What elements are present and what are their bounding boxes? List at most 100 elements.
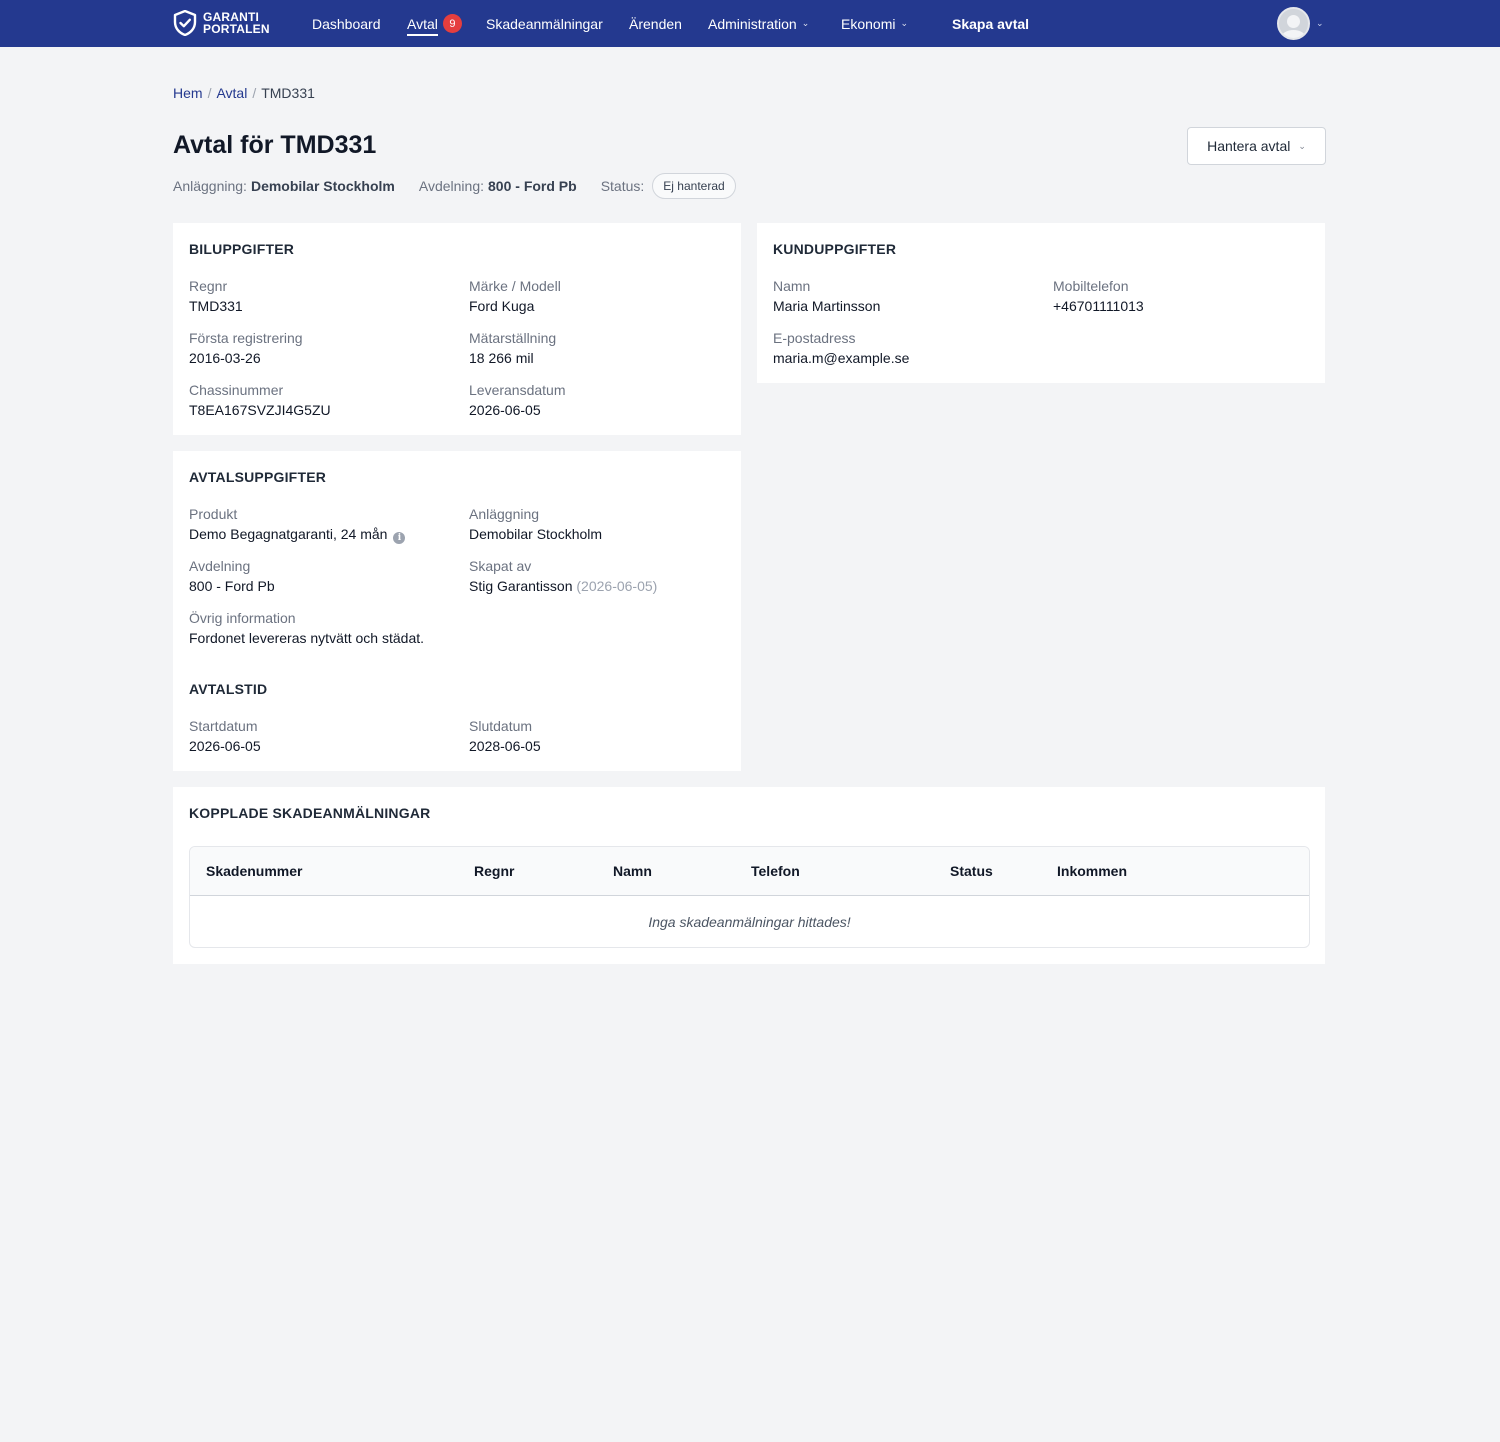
department-value: 800 - Ford Pb xyxy=(488,178,577,194)
field-label: Avdelning xyxy=(189,558,251,574)
field-label: Övrig information xyxy=(189,610,296,626)
field-value: 800 - Ford Pb xyxy=(189,578,275,594)
nav-skadeanmalningar[interactable]: Skadeanmälningar xyxy=(486,0,603,47)
column-header[interactable]: Inkommen xyxy=(1057,847,1127,895)
field-value: 2028-06-05 xyxy=(469,738,541,754)
create-contract-link[interactable]: Skapa avtal xyxy=(952,0,1029,47)
nav-ekonomi-label: Ekonomi xyxy=(841,15,896,32)
column-header[interactable]: Status xyxy=(950,847,993,895)
field-end-date: Slutdatum 2028-06-05 xyxy=(469,716,541,756)
nav-arenden[interactable]: Ärenden xyxy=(629,0,682,47)
nav-arenden-label: Ärenden xyxy=(629,15,682,32)
field-label: Första registrering xyxy=(189,330,303,346)
contract-meta: Anläggning: Demobilar Stockholm Avdelnin… xyxy=(173,173,760,199)
chevron-down-icon: ⌄ xyxy=(801,18,810,28)
contract-details-card: AVTALSUPPGIFTER Produkt Demo Begagnatgar… xyxy=(173,451,741,771)
field-regnr: Regnr TMD331 xyxy=(189,276,243,316)
field-model: Märke / Modell Ford Kuga xyxy=(469,276,561,316)
facility-value: Demobilar Stockholm xyxy=(250,178,395,194)
field-value: 2016-03-26 xyxy=(189,350,261,366)
column-header[interactable]: Regnr xyxy=(474,847,514,895)
customer-details-card: KUNDUPPGIFTER Namn Maria Martinsson Mobi… xyxy=(757,223,1325,383)
nav-avtal-label: Avtal xyxy=(407,15,438,32)
empty-table-message: Inga skadeanmälningar hittades! xyxy=(648,914,851,930)
breadcrumb-separator: / xyxy=(207,85,212,101)
chevron-down-icon: ⌄ xyxy=(1298,140,1306,151)
field-label: Chassinummer xyxy=(189,382,284,398)
card-title: KOPPLADE SKADEANMÄLNINGAR xyxy=(189,805,431,821)
field-label: Skapat av xyxy=(469,558,532,574)
field-label: Märke / Modell xyxy=(469,278,561,294)
create-contract-label: Skapa avtal xyxy=(952,15,1030,32)
field-value: maria.m@example.se xyxy=(773,350,910,366)
card-title: AVTALSUPPGIFTER xyxy=(189,469,327,485)
field-value: Maria Martinsson xyxy=(773,298,881,314)
field-value: Fordonet levereras nytvätt och städat. xyxy=(189,630,425,646)
field-mileage: Mätarställning 18 266 mil xyxy=(469,328,556,368)
field-value: Stig Garantisson (2026-06-05) xyxy=(469,576,657,596)
field-label: Mätarställning xyxy=(469,330,557,346)
field-value: +46701111013 xyxy=(1053,298,1144,314)
column-header[interactable]: Skadenummer xyxy=(206,847,302,895)
field-value: TMD331 xyxy=(189,298,243,314)
shield-check-icon xyxy=(173,10,197,36)
logo-text: GARANTI PORTALEN xyxy=(203,10,270,36)
nav-dashboard-label: Dashboard xyxy=(312,15,381,32)
breadcrumb-current: TMD331 xyxy=(261,85,315,101)
field-start-date: Startdatum 2026-06-05 xyxy=(189,716,261,756)
car-details-card: BILUPPGIFTER Regnr TMD331 Märke / Modell… xyxy=(173,223,741,435)
field-department: Avdelning 800 - Ford Pb xyxy=(189,556,275,596)
user-menu[interactable]: ⌄ xyxy=(1277,7,1324,40)
field-label: Namn xyxy=(773,278,811,294)
manage-contract-button[interactable]: Hantera avtal ⌄ xyxy=(1187,127,1326,165)
linked-claims-card: KOPPLADE SKADEANMÄLNINGAR Skadenummer Re… xyxy=(173,787,1325,964)
table-header: Skadenummer Regnr Namn Telefon Status In… xyxy=(190,847,1309,896)
field-mobile-phone: Mobiltelefon +46701111013 xyxy=(1053,276,1144,316)
field-product: Produkt Demo Begagnatgaranti, 24 mån i xyxy=(189,504,406,544)
created-by-name: Stig Garantisson xyxy=(469,578,573,594)
field-value: 18 266 mil xyxy=(469,350,534,366)
field-value: Demobilar Stockholm xyxy=(469,526,603,542)
nav-administration-label: Administration xyxy=(708,15,797,32)
avatar-icon xyxy=(1277,7,1310,40)
field-label: Leveransdatum xyxy=(469,382,566,398)
nav-avtal[interactable]: Avtal 9 xyxy=(407,0,462,47)
logo[interactable]: GARANTI PORTALEN xyxy=(173,10,270,36)
breadcrumb-avtal[interactable]: Avtal xyxy=(216,85,247,101)
field-value: 2026-06-05 xyxy=(189,738,261,754)
breadcrumb-separator: / xyxy=(252,85,257,101)
field-label: Mobiltelefon xyxy=(1053,278,1129,294)
claims-table: Skadenummer Regnr Namn Telefon Status In… xyxy=(189,846,1310,948)
field-label: Produkt xyxy=(189,506,238,522)
avtal-count-badge: 9 xyxy=(442,14,462,33)
section-title: AVTALSTID xyxy=(189,681,268,697)
card-title: KUNDUPPGIFTER xyxy=(773,241,897,257)
facility-label: Anläggning: xyxy=(173,178,247,194)
field-other-info: Övrig information Fordonet levereras nyt… xyxy=(189,608,424,648)
created-date: (2026-06-05) xyxy=(576,578,658,594)
field-value: Demo Begagnatgaranti, 24 mån i xyxy=(189,524,406,544)
nav-ekonomi[interactable]: Ekonomi ⌄ xyxy=(841,0,908,47)
field-vin: Chassinummer T8EA167SVZJI4G5ZU xyxy=(189,380,331,420)
field-email: E-postadress maria.m@example.se xyxy=(773,328,909,368)
column-header[interactable]: Namn xyxy=(613,847,652,895)
field-value: Ford Kuga xyxy=(469,298,535,314)
manage-contract-label: Hantera avtal xyxy=(1207,138,1291,154)
column-header[interactable]: Telefon xyxy=(751,847,800,895)
status-badge: Ej hanterad xyxy=(652,173,736,199)
nav-dashboard[interactable]: Dashboard xyxy=(312,0,381,47)
field-label: Startdatum xyxy=(189,718,258,734)
breadcrumb: Hem / Avtal / TMD331 xyxy=(173,85,315,101)
field-delivery-date: Leveransdatum 2026-06-05 xyxy=(469,380,566,420)
breadcrumb-home[interactable]: Hem xyxy=(173,85,203,101)
nav-skadeanmalningar-label: Skadeanmälningar xyxy=(486,15,603,32)
status-label: Status: xyxy=(600,178,645,194)
field-label: Anläggning xyxy=(469,506,540,522)
department-label: Avdelning: xyxy=(418,178,485,194)
nav-administration[interactable]: Administration ⌄ xyxy=(708,0,809,47)
page-title: Avtal för TMD331 xyxy=(173,131,377,159)
field-label: Slutdatum xyxy=(469,718,533,734)
info-icon[interactable]: i xyxy=(393,532,406,544)
active-tab-indicator xyxy=(407,34,438,36)
top-navbar: GARANTI PORTALEN Dashboard Avtal 9 Skade… xyxy=(0,0,1500,47)
